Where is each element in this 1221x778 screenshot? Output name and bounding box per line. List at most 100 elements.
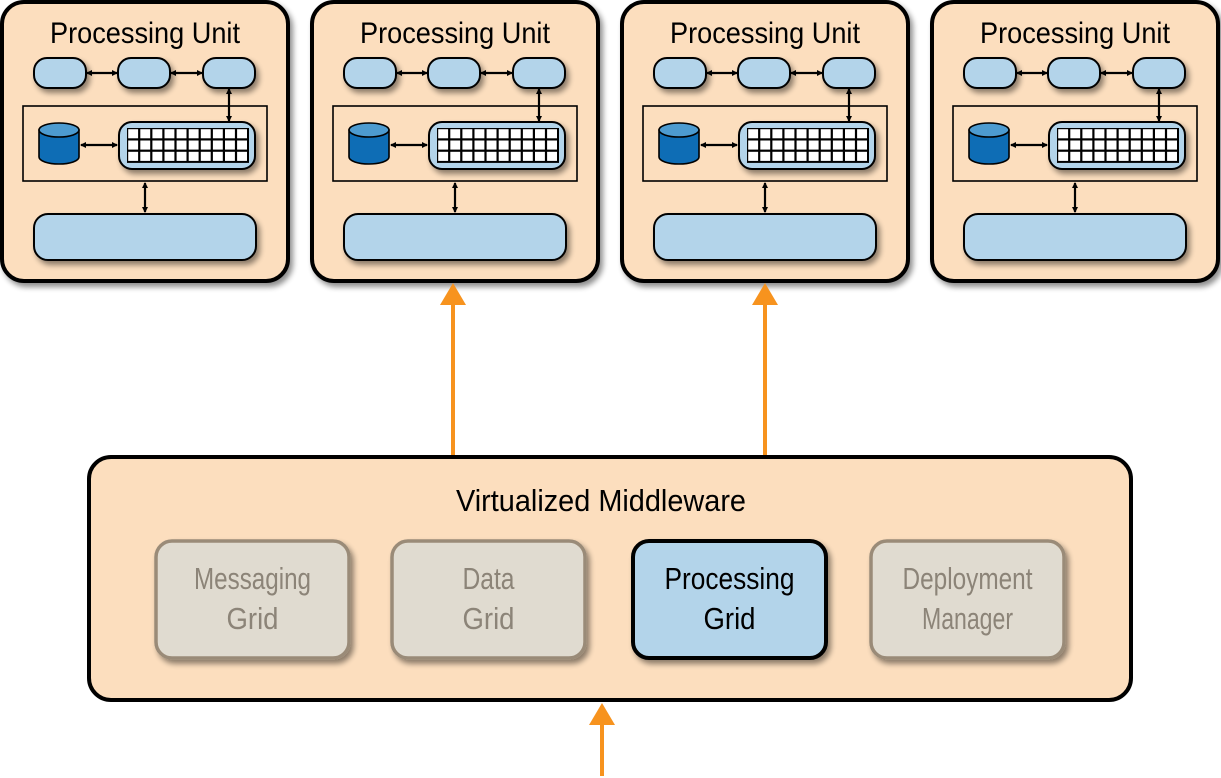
- messaging-grid-box[interactable]: [154, 539, 351, 660]
- deployment-manager[interactable]: Deployment Manager: [869, 539, 1066, 660]
- database-top: [348, 122, 390, 138]
- processing-bar: [33, 213, 257, 261]
- processing-grid[interactable]: Processing Grid: [631, 539, 828, 660]
- grid-cell: [1167, 140, 1177, 150]
- service-pill: [737, 57, 791, 89]
- data-grid-box[interactable]: [390, 539, 587, 660]
- processing-unit-4: Processing Unit: [930, 0, 1220, 283]
- service-pill: [427, 57, 481, 89]
- grid-cell: [152, 129, 163, 139]
- deployment-manager-box[interactable]: [869, 539, 1066, 660]
- grid-cell: [1142, 129, 1153, 139]
- grid-cell: [164, 140, 175, 150]
- grid-cell: [808, 151, 819, 161]
- grid-cell: [128, 129, 139, 139]
- grid-cell: [1167, 129, 1177, 139]
- grid-cell: [845, 129, 855, 139]
- processing-unit-title: Processing Unit: [50, 17, 241, 50]
- grid-cell: [760, 140, 771, 150]
- grid-cell: [522, 140, 533, 150]
- deployment-manager-label-line1: Deployment: [903, 561, 1033, 596]
- messaging-grid[interactable]: Messaging Grid: [154, 539, 351, 660]
- grid-cell: [225, 140, 235, 150]
- arrow-to-unit-2: [440, 283, 466, 458]
- grid-cell: [748, 151, 759, 161]
- processing-unit-2: Processing Unit: [310, 0, 600, 283]
- grid-cell: [1155, 151, 1165, 161]
- grid-cell: [522, 129, 533, 139]
- grid-cell: [212, 129, 223, 139]
- grid-cell: [1058, 129, 1069, 139]
- grid-cell: [1142, 140, 1153, 150]
- grid-cell: [857, 129, 867, 139]
- processing-bar: [653, 213, 877, 261]
- database-icon: [968, 122, 1010, 165]
- grid-cell: [474, 151, 485, 161]
- data-grid[interactable]: Data Grid: [390, 539, 587, 660]
- grid-cell: [510, 151, 521, 161]
- grid-cell: [474, 129, 485, 139]
- grid-cell: [176, 151, 187, 161]
- processing-bar: [963, 213, 1187, 261]
- grid-cell: [510, 129, 521, 139]
- grid-cell: [522, 151, 533, 161]
- grid-cell: [1106, 129, 1117, 139]
- service-pill: [33, 57, 87, 89]
- grid-cell: [237, 140, 247, 150]
- grid-cell: [820, 140, 831, 150]
- service-pill: [202, 57, 256, 89]
- middleware-title: Virtualized Middleware: [456, 483, 746, 518]
- data-grid-label-line2: Grid: [463, 601, 515, 636]
- grid-cell: [1094, 151, 1105, 161]
- grid-cell: [450, 151, 461, 161]
- processing-unit-title: Processing Unit: [670, 17, 861, 50]
- database-icon: [348, 122, 390, 165]
- grid-cell: [474, 140, 485, 150]
- grid-cell: [462, 151, 473, 161]
- grid-cell: [784, 129, 795, 139]
- grid-cell: [1106, 151, 1117, 161]
- grid-cell: [808, 129, 819, 139]
- grid-cell: [1130, 140, 1141, 150]
- virtualized-middleware: Virtualized Middleware Messaging Grid Data G…: [87, 455, 1133, 702]
- service-pill: [343, 57, 397, 89]
- grid-cell: [1094, 140, 1105, 150]
- grid-cell: [225, 151, 235, 161]
- grid-cell: [832, 151, 843, 161]
- grid-cell: [200, 151, 211, 161]
- processing-grid-label-line1: Processing: [665, 561, 795, 596]
- service-pill: [963, 57, 1017, 89]
- grid-cell: [438, 151, 449, 161]
- service-pill: [1047, 57, 1101, 89]
- grid-cell: [1082, 151, 1093, 161]
- grid-cell: [784, 140, 795, 150]
- arrow-head-icon: [589, 703, 615, 725]
- grid-cell: [748, 129, 759, 139]
- grid-cell: [1155, 140, 1165, 150]
- service-pill: [117, 57, 171, 89]
- grid-cell: [188, 151, 199, 161]
- service-pill: [822, 57, 876, 89]
- grid-cell: [225, 129, 235, 139]
- processing-grid-box[interactable]: [631, 539, 828, 660]
- arrow-input: [589, 703, 615, 776]
- data-grid-label-line1: Data: [463, 561, 516, 596]
- grid-cell: [188, 140, 199, 150]
- grid-cell: [1058, 151, 1069, 161]
- database-icon: [38, 122, 80, 165]
- service-pill: [1132, 57, 1186, 89]
- service-pill: [653, 57, 707, 89]
- grid-cell: [498, 151, 509, 161]
- grid-cell: [237, 151, 247, 161]
- grid-cell: [212, 151, 223, 161]
- grid-cell: [845, 140, 855, 150]
- grid-cell: [535, 151, 545, 161]
- grid-cell: [128, 140, 139, 150]
- grid-cell: [820, 129, 831, 139]
- grid-cell: [462, 140, 473, 150]
- grid-cell: [547, 151, 557, 161]
- service-pill: [512, 57, 566, 89]
- grid-cell: [748, 140, 759, 150]
- grid-cell: [784, 151, 795, 161]
- grid-cell: [1094, 129, 1105, 139]
